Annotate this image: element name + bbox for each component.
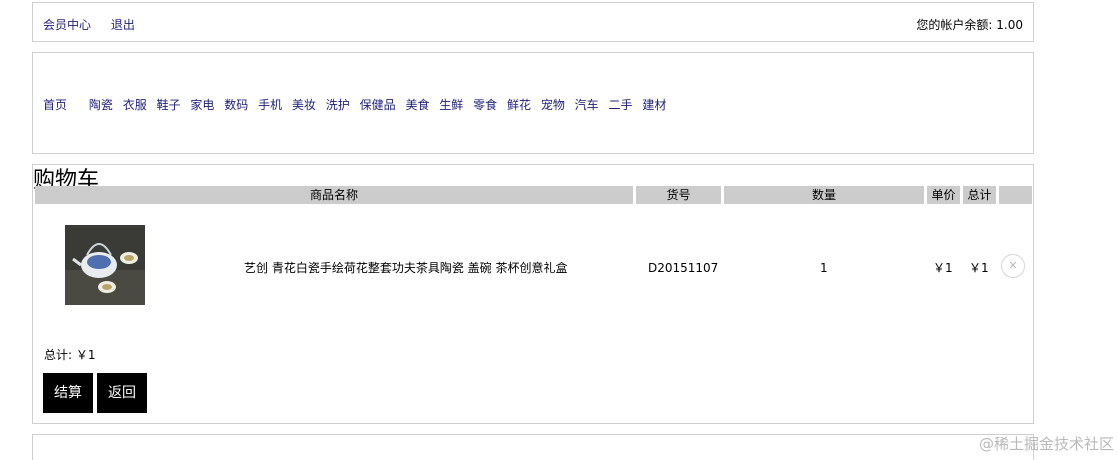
footer-box xyxy=(32,434,1034,460)
nav-item-secondhand[interactable]: 二手 xyxy=(609,98,633,112)
header-unit-price: 单价 xyxy=(927,186,960,204)
category-nav-box: 首页 陶瓷 衣服 鞋子 家电 数码 手机 美妆 洗护 保健品 美食 生鲜 零食 … xyxy=(32,52,1034,154)
nav-item-fresh[interactable]: 生鲜 xyxy=(439,98,463,112)
product-thumbnail[interactable] xyxy=(65,225,145,305)
close-icon: ✕ xyxy=(1008,259,1018,272)
cart-grand-total: 总计: ￥1 xyxy=(44,348,96,362)
nav-item-digital[interactable]: 数码 xyxy=(224,98,248,112)
nav-item-flowers[interactable]: 鲜花 xyxy=(507,98,531,112)
logout-link[interactable]: 退出 xyxy=(111,18,135,32)
header-product-name: 商品名称 xyxy=(35,186,633,204)
nav-item-pets[interactable]: 宠物 xyxy=(541,98,565,112)
header-quantity: 数量 xyxy=(724,186,924,204)
teapot-image xyxy=(65,225,145,305)
remove-item-button[interactable]: ✕ xyxy=(1001,254,1025,278)
cart-panel: 购物车 商品名称 货号 数量 单价 总计 艺创 青花白瓷手绘荷花整套功夫茶具陶瓷… xyxy=(32,164,1034,424)
nav-item-toiletries[interactable]: 洗护 xyxy=(326,98,350,112)
header-blank xyxy=(999,186,1032,204)
nav-item-phones[interactable]: 手机 xyxy=(258,98,282,112)
nav-item-appliances[interactable]: 家电 xyxy=(190,98,214,112)
nav-item-building[interactable]: 建材 xyxy=(642,98,666,112)
product-quantity: 1 xyxy=(820,261,828,275)
nav-item-shoes[interactable]: 鞋子 xyxy=(157,98,181,112)
back-button[interactable]: 返回 xyxy=(97,373,147,413)
product-unit-price: ￥1 xyxy=(933,261,953,275)
product-total: ￥1 xyxy=(969,261,989,275)
nav-home-link[interactable]: 首页 xyxy=(43,98,67,112)
header-total: 总计 xyxy=(963,186,996,204)
nav-item-cars[interactable]: 汽车 xyxy=(575,98,599,112)
nav-item-makeup[interactable]: 美妆 xyxy=(292,98,316,112)
account-balance: 您的帐户余额: 1.00 xyxy=(916,18,1023,32)
top-bar: 会员中心 退出 您的帐户余额: 1.00 xyxy=(32,2,1034,42)
cart-table-header: 商品名称 货号 数量 单价 总计 xyxy=(35,186,1032,204)
watermark: @稀土掘金技术社区 xyxy=(978,435,1114,453)
product-name[interactable]: 艺创 青花白瓷手绘荷花整套功夫茶具陶瓷 盖碗 茶杯创意礼盒 xyxy=(244,260,567,276)
nav-item-health[interactable]: 保健品 xyxy=(360,98,396,112)
nav-item-clothes[interactable]: 衣服 xyxy=(123,98,147,112)
nav-item-food[interactable]: 美食 xyxy=(405,98,429,112)
nav-item-ceramics[interactable]: 陶瓷 xyxy=(89,98,113,112)
product-sku: D20151107 xyxy=(648,261,719,275)
category-nav: 首页 陶瓷 衣服 鞋子 家电 数码 手机 美妆 洗护 保健品 美食 生鲜 零食 … xyxy=(43,96,672,113)
header-sku: 货号 xyxy=(636,186,721,204)
top-links: 会员中心 退出 xyxy=(43,16,151,33)
nav-item-snacks[interactable]: 零食 xyxy=(473,98,497,112)
checkout-button[interactable]: 结算 xyxy=(43,373,93,413)
member-center-link[interactable]: 会员中心 xyxy=(43,18,91,32)
